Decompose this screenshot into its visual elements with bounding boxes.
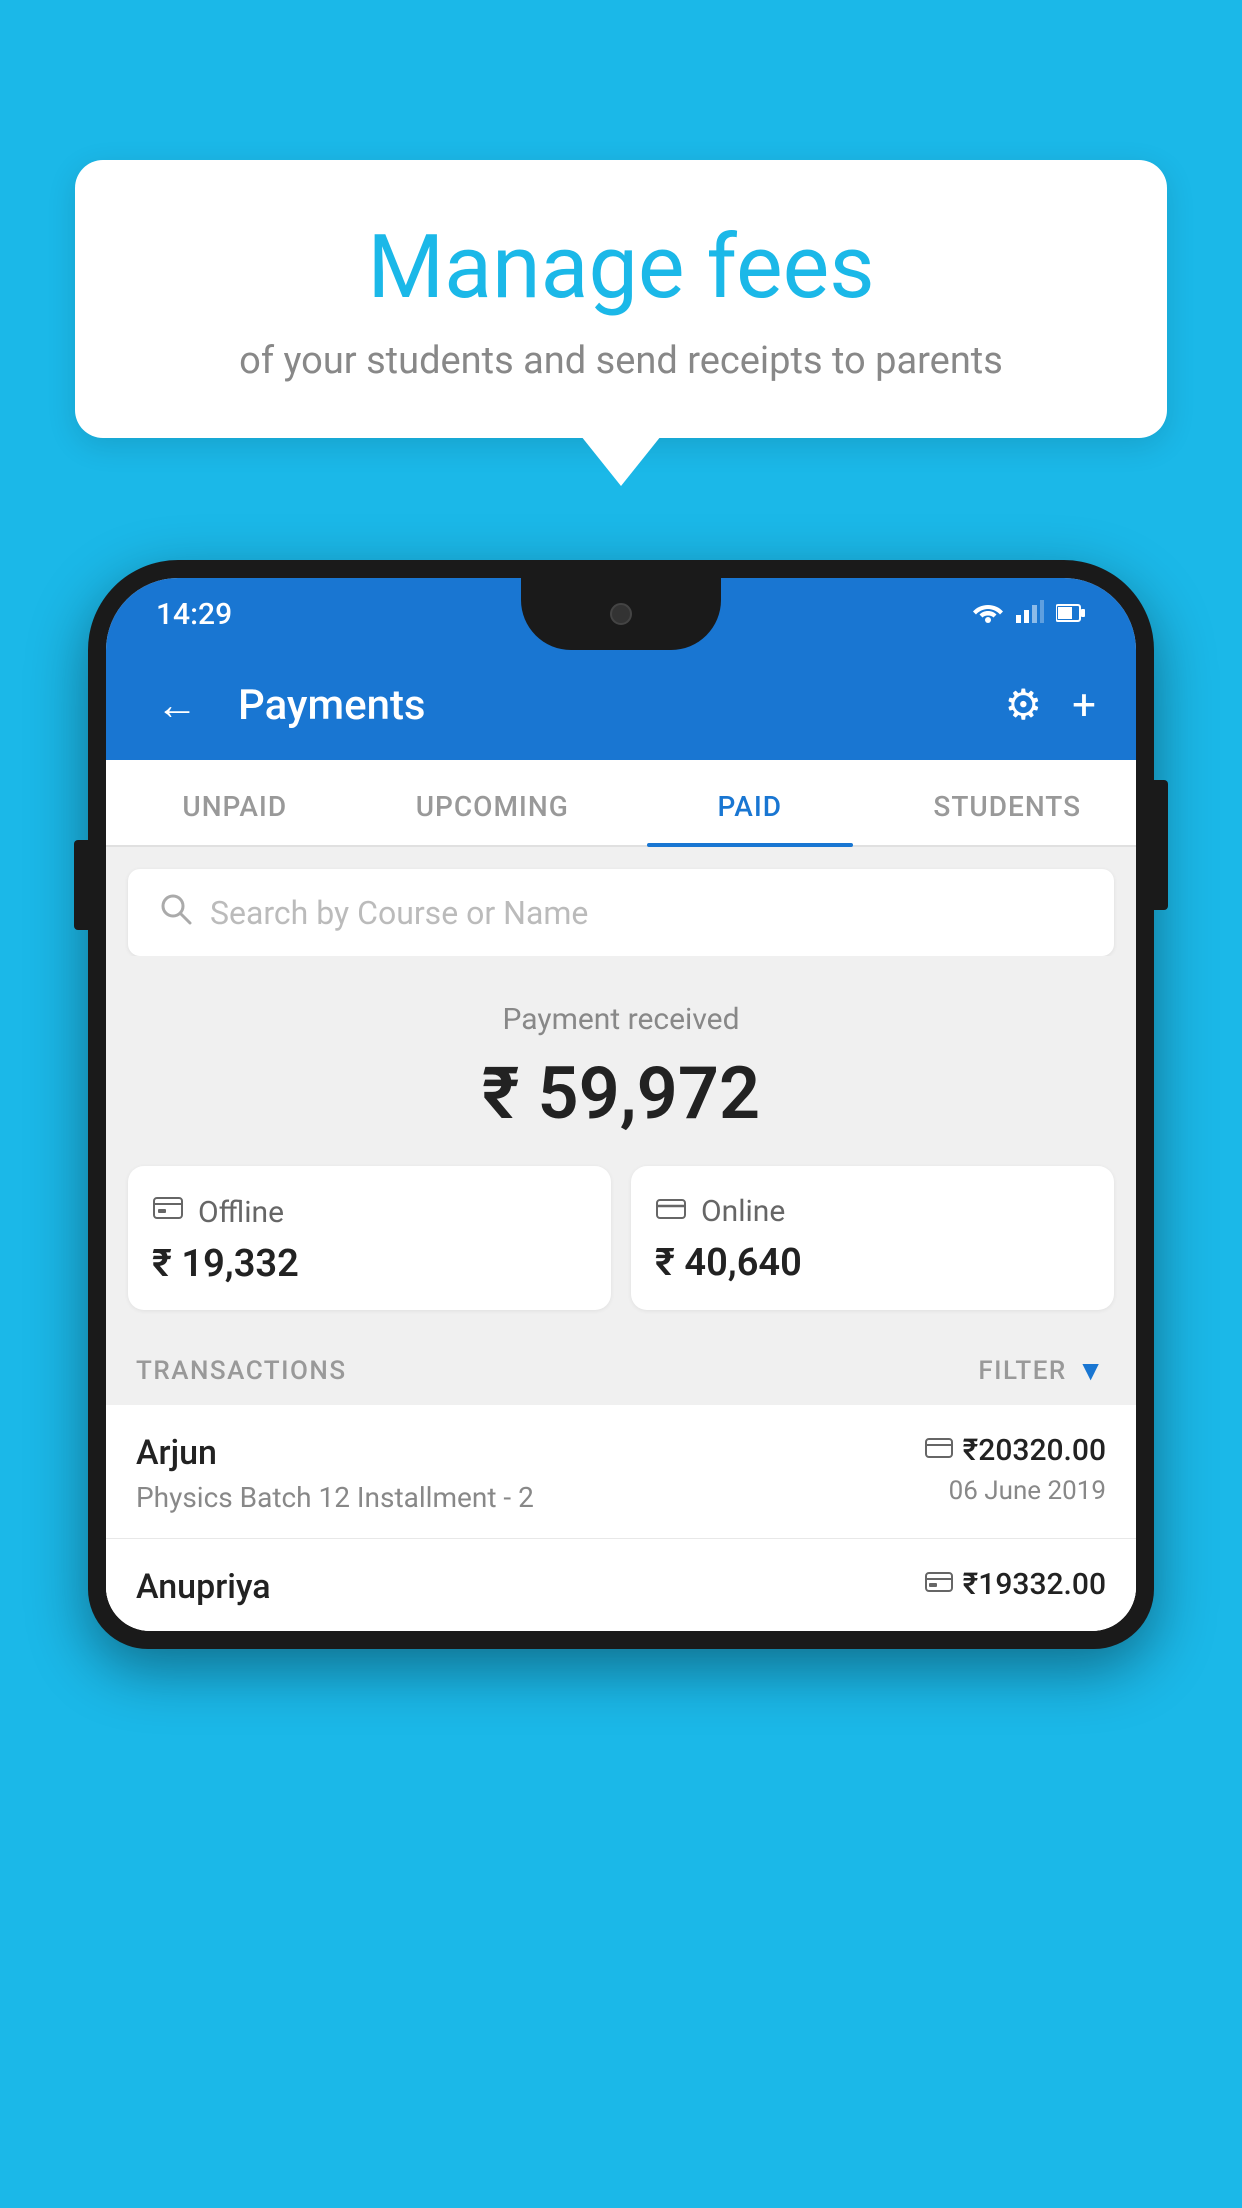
transaction-left: Arjun Physics Batch 12 Installment - 2	[136, 1433, 534, 1514]
search-input[interactable]: Search by Course or Name	[210, 894, 588, 932]
online-payment-card: Online ₹ 40,640	[631, 1166, 1114, 1310]
online-label: Online	[701, 1194, 785, 1229]
filter-label: FILTER	[978, 1356, 1066, 1386]
offline-icon	[152, 1194, 184, 1230]
online-card-header: Online	[655, 1194, 1090, 1229]
back-button[interactable]: ←	[146, 671, 208, 740]
phone-frame: 14:29	[88, 560, 1154, 1649]
speech-bubble: Manage fees of your students and send re…	[75, 160, 1167, 438]
app-bar-actions: ⚙ +	[1005, 680, 1097, 730]
offline-payment-card: Offline ₹ 19,332	[128, 1166, 611, 1310]
notch	[521, 578, 721, 650]
filter-button[interactable]: FILTER ▼	[978, 1354, 1106, 1387]
add-button[interactable]: +	[1072, 681, 1096, 730]
transaction-right: ₹20320.00 06 June 2019	[925, 1433, 1106, 1506]
online-icon	[655, 1194, 687, 1229]
search-container[interactable]: Search by Course or Name	[128, 869, 1114, 956]
table-row[interactable]: Anupriya	[106, 1539, 1136, 1631]
transaction-amount-row: ₹19332.00	[925, 1567, 1106, 1602]
payment-received-section: Payment received ₹ 59,972	[106, 956, 1136, 1166]
transactions-header: TRANSACTIONS FILTER ▼	[106, 1332, 1136, 1405]
transaction-amount: ₹20320.00	[963, 1433, 1106, 1468]
phone-screen: 14:29	[106, 578, 1136, 1631]
tab-upcoming[interactable]: UPCOMING	[364, 760, 622, 845]
transaction-amount: ₹19332.00	[963, 1567, 1106, 1602]
transaction-course: Physics Batch 12 Installment - 2	[136, 1481, 534, 1514]
status-time: 14:29	[156, 597, 232, 632]
card-payment-icon	[925, 1436, 953, 1466]
transaction-amount-row: ₹20320.00	[925, 1433, 1106, 1468]
search-icon	[158, 891, 192, 934]
payment-received-label: Payment received	[126, 1002, 1116, 1037]
settings-button[interactable]: ⚙	[1005, 680, 1043, 730]
phone-wrapper: 14:29	[88, 560, 1154, 2208]
status-bar: 14:29	[106, 578, 1136, 650]
notch-camera	[610, 603, 632, 625]
transaction-name: Arjun	[136, 1433, 534, 1473]
offline-payment-icon	[925, 1570, 953, 1600]
transaction-right: ₹19332.00	[925, 1567, 1106, 1610]
bubble-title: Manage fees	[125, 220, 1117, 317]
payment-cards: Offline ₹ 19,332 Online	[106, 1166, 1136, 1332]
battery-icon	[1056, 599, 1086, 629]
app-bar-title: Payments	[238, 681, 975, 730]
signal-icon	[1016, 599, 1044, 630]
transaction-list: Arjun Physics Batch 12 Installment - 2	[106, 1405, 1136, 1631]
filter-icon: ▼	[1077, 1354, 1106, 1387]
offline-amount: ₹ 19,332	[152, 1242, 587, 1286]
transaction-name: Anupriya	[136, 1567, 271, 1607]
table-row[interactable]: Arjun Physics Batch 12 Installment - 2	[106, 1405, 1136, 1539]
payment-total-amount: ₹ 59,972	[126, 1051, 1116, 1136]
tab-students[interactable]: STUDENTS	[879, 760, 1137, 845]
app-bar: ← Payments ⚙ +	[106, 650, 1136, 760]
transactions-label: TRANSACTIONS	[136, 1356, 347, 1386]
tab-paid[interactable]: PAID	[621, 760, 879, 845]
transaction-date: 06 June 2019	[925, 1476, 1106, 1506]
bubble-subtitle: of your students and send receipts to pa…	[125, 339, 1117, 383]
transaction-left: Anupriya	[136, 1567, 271, 1615]
status-icons	[972, 599, 1086, 630]
wifi-icon	[972, 599, 1004, 630]
offline-card-header: Offline	[152, 1194, 587, 1230]
tabs-bar: UNPAID UPCOMING PAID STUDENTS	[106, 760, 1136, 847]
tab-unpaid[interactable]: UNPAID	[106, 760, 364, 845]
online-amount: ₹ 40,640	[655, 1241, 1090, 1285]
page-background: Manage fees of your students and send re…	[0, 0, 1242, 2208]
offline-label: Offline	[198, 1195, 284, 1230]
